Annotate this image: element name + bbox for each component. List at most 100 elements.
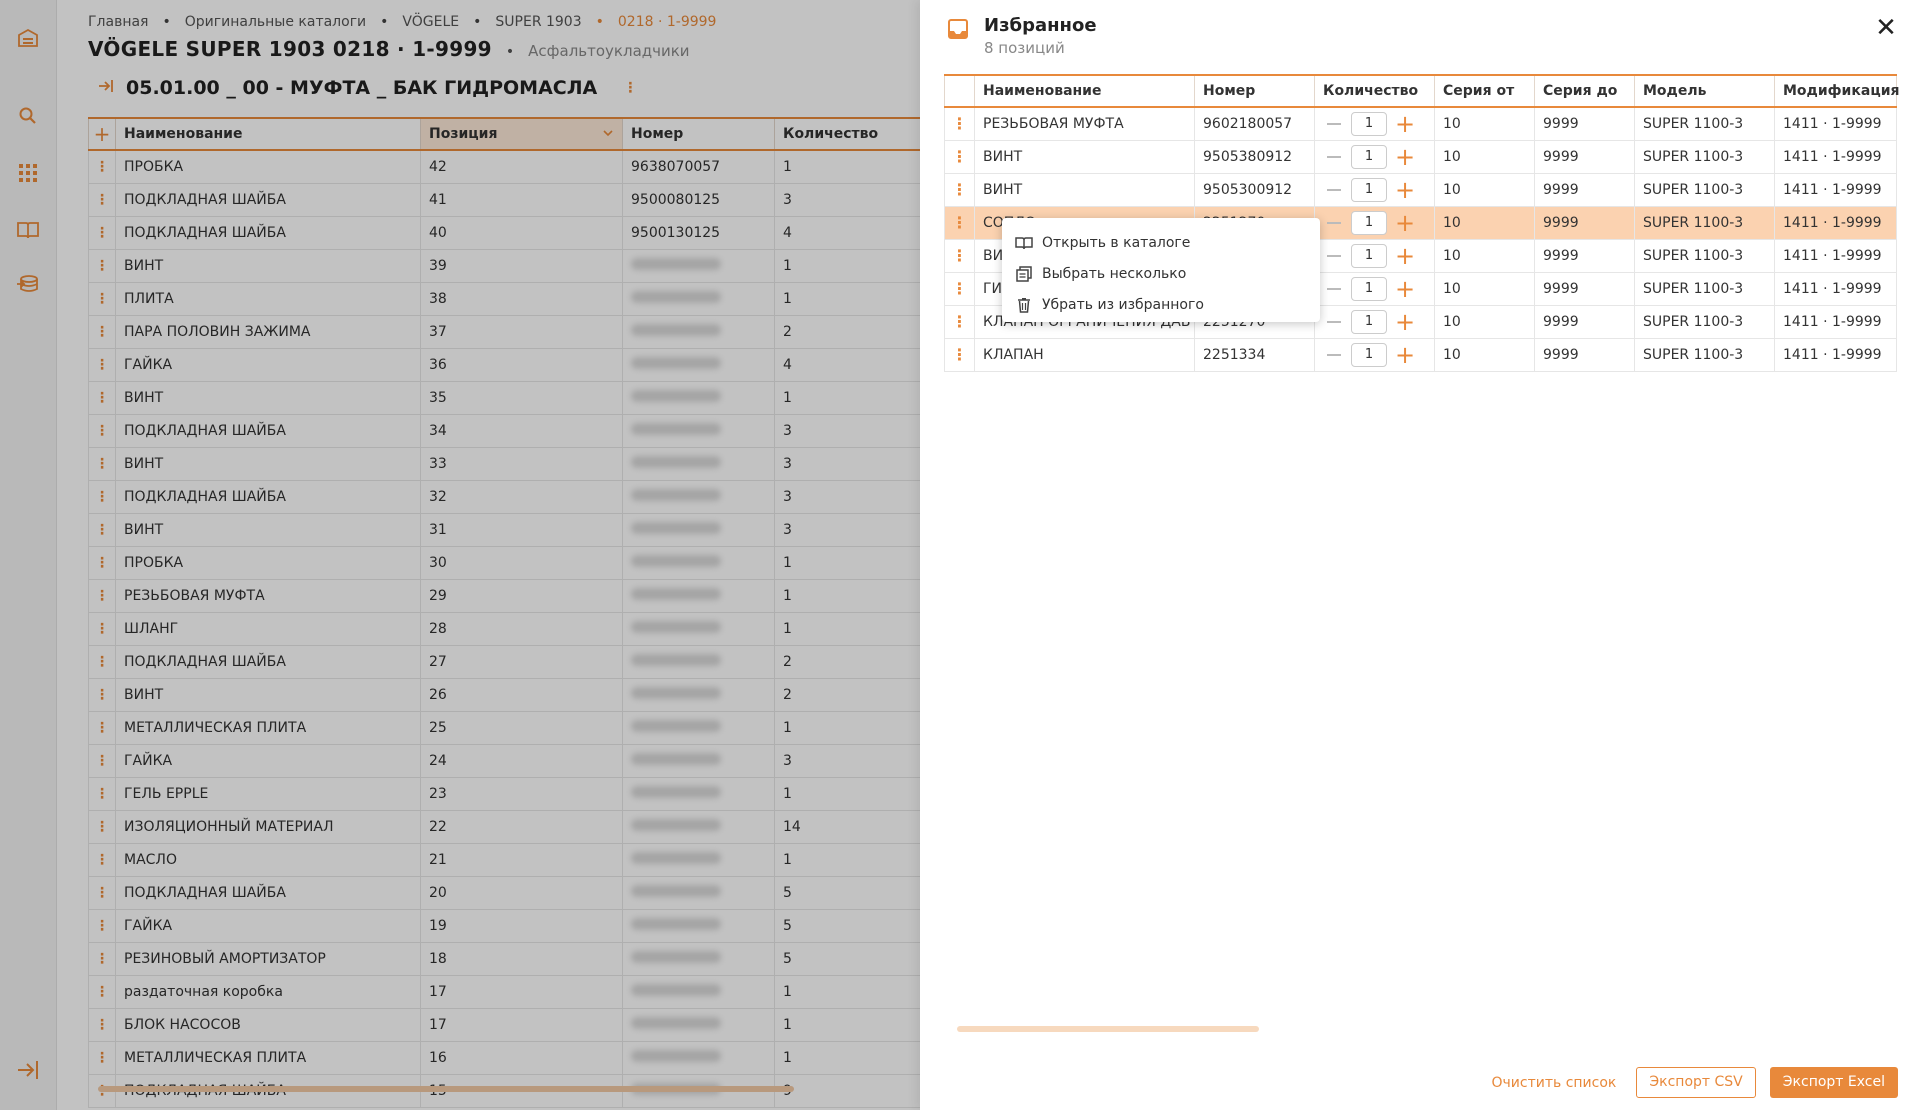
multi-select-icon xyxy=(1015,265,1033,283)
increment-button[interactable]: + xyxy=(1395,310,1415,334)
cell-modification: 1411 · 1-9999 xyxy=(1774,106,1897,141)
cell-series-to: 9999 xyxy=(1534,238,1635,273)
row-menu-icon[interactable]: ⋮ xyxy=(944,337,975,372)
modal-overlay[interactable] xyxy=(0,0,920,1110)
cell-series-from: 10 xyxy=(1434,139,1535,174)
cell-name: ВИНТ xyxy=(974,172,1195,207)
cell-model: SUPER 1100-3 xyxy=(1634,139,1775,174)
column-header-number[interactable]: Номер xyxy=(1194,74,1315,108)
open-book-icon xyxy=(1015,234,1033,252)
quantity-input[interactable]: 1 xyxy=(1351,111,1387,136)
cell-quantity: 1 + xyxy=(1314,172,1435,207)
cell-series-to: 9999 xyxy=(1534,205,1635,240)
cell-modification: 1411 · 1-9999 xyxy=(1774,337,1897,372)
row-menu-icon[interactable]: ⋮ xyxy=(944,172,975,207)
cell-name: ВИНТ xyxy=(974,139,1195,174)
favorites-horizontal-scrollbar[interactable] xyxy=(957,1026,1259,1032)
row-menu-icon[interactable]: ⋮ xyxy=(944,139,975,174)
cell-series-to: 9999 xyxy=(1534,337,1635,372)
row-menu-icon[interactable]: ⋮ xyxy=(944,106,975,141)
cell-quantity: 1 + xyxy=(1314,271,1435,306)
cell-model: SUPER 1100-3 xyxy=(1634,172,1775,207)
decrement-button[interactable] xyxy=(1327,320,1341,323)
increment-button[interactable]: + xyxy=(1395,343,1415,367)
favorites-drawer: Избранное 8 позиций ✕ Наименование Номер… xyxy=(920,0,1916,1110)
quantity-input[interactable]: 1 xyxy=(1351,210,1387,235)
quantity-input[interactable]: 1 xyxy=(1351,177,1387,202)
drawer-footer: Очистить список Экспорт CSV Экспорт Exce… xyxy=(1486,1067,1898,1098)
cell-series-to: 9999 xyxy=(1534,106,1635,141)
decrement-button[interactable] xyxy=(1327,287,1341,290)
column-header-series-to[interactable]: Серия до xyxy=(1534,74,1635,108)
drawer-title: Избранное xyxy=(984,15,1097,36)
column-header-menu xyxy=(944,74,975,108)
favorites-row[interactable]: ⋮ ВИНТ 9505300912 1 +10 9999 SUPER 1100-3 1411 … xyxy=(944,172,1897,207)
decrement-button[interactable] xyxy=(1327,122,1341,125)
increment-button[interactable]: + xyxy=(1395,145,1415,169)
quantity-input[interactable]: 1 xyxy=(1351,309,1387,334)
cell-model: SUPER 1100-3 xyxy=(1634,205,1775,240)
remove-from-favorites-label: Убрать из избранного xyxy=(1042,296,1204,313)
cell-quantity: 1 + xyxy=(1314,106,1435,141)
cell-series-from: 10 xyxy=(1434,271,1535,306)
cell-model: SUPER 1100-3 xyxy=(1634,337,1775,372)
quantity-input[interactable]: 1 xyxy=(1351,144,1387,169)
cell-modification: 1411 · 1-9999 xyxy=(1774,172,1897,207)
decrement-button[interactable] xyxy=(1327,353,1341,356)
cell-number: 9505300912 xyxy=(1194,172,1315,207)
quantity-stepper: 1 + xyxy=(1323,309,1426,334)
trash-icon xyxy=(1015,296,1033,314)
close-icon[interactable]: ✕ xyxy=(1874,15,1898,41)
favorites-row[interactable]: ⋮ РЕЗЬБОВАЯ МУФТА 9602180057 1 +10 9999 SUPER … xyxy=(944,106,1897,141)
export-csv-button[interactable]: Экспорт CSV xyxy=(1636,1067,1756,1098)
increment-button[interactable]: + xyxy=(1395,244,1415,268)
cell-quantity: 1 + xyxy=(1314,304,1435,339)
row-context-menu: Открыть в каталоге Выбрать несколько Убр… xyxy=(1002,218,1320,322)
increment-button[interactable]: + xyxy=(1395,211,1415,235)
cell-model: SUPER 1100-3 xyxy=(1634,106,1775,141)
row-menu-icon[interactable]: ⋮ xyxy=(944,238,975,273)
cell-name: КЛАПАН xyxy=(974,337,1195,372)
increment-button[interactable]: + xyxy=(1395,178,1415,202)
decrement-button[interactable] xyxy=(1327,188,1341,191)
cell-modification: 1411 · 1-9999 xyxy=(1774,238,1897,273)
increment-button[interactable]: + xyxy=(1395,112,1415,136)
cell-model: SUPER 1100-3 xyxy=(1634,238,1775,273)
quantity-stepper: 1 + xyxy=(1323,276,1426,301)
decrement-button[interactable] xyxy=(1327,221,1341,224)
favorites-tray-icon xyxy=(947,18,969,40)
cell-series-to: 9999 xyxy=(1534,139,1635,174)
column-header-name[interactable]: Наименование xyxy=(974,74,1195,108)
cell-series-to: 9999 xyxy=(1534,172,1635,207)
cell-series-from: 10 xyxy=(1434,106,1535,141)
row-menu-icon[interactable]: ⋮ xyxy=(944,304,975,339)
favorites-row[interactable]: ⋮ КЛАПАН 2251334 1 +10 9999 SUPER 1100-3 1411 ·… xyxy=(944,337,1897,372)
cell-series-from: 10 xyxy=(1434,172,1535,207)
decrement-button[interactable] xyxy=(1327,155,1341,158)
cell-number: 9602180057 xyxy=(1194,106,1315,141)
increment-button[interactable]: + xyxy=(1395,277,1415,301)
cell-modification: 1411 · 1-9999 xyxy=(1774,304,1897,339)
column-header-quantity[interactable]: Количество xyxy=(1314,74,1435,108)
select-multiple-item[interactable]: Выбрать несколько xyxy=(1002,258,1320,289)
column-header-model[interactable]: Модель xyxy=(1634,74,1775,108)
quantity-input[interactable]: 1 xyxy=(1351,243,1387,268)
open-in-catalog-item[interactable]: Открыть в каталоге xyxy=(1002,227,1320,258)
column-header-series-from[interactable]: Серия от xyxy=(1434,74,1535,108)
cell-quantity: 1 + xyxy=(1314,205,1435,240)
quantity-input[interactable]: 1 xyxy=(1351,276,1387,301)
clear-list-button[interactable]: Очистить список xyxy=(1486,1075,1623,1091)
cell-series-from: 10 xyxy=(1434,205,1535,240)
decrement-button[interactable] xyxy=(1327,254,1341,257)
column-header-modification[interactable]: Модификация xyxy=(1774,74,1900,108)
export-excel-button[interactable]: Экспорт Excel xyxy=(1769,1067,1898,1098)
cell-quantity: 1 + xyxy=(1314,337,1435,372)
remove-from-favorites-item[interactable]: Убрать из избранного xyxy=(1002,289,1320,320)
favorites-row[interactable]: ⋮ ВИНТ 9505380912 1 +10 9999 SUPER 1100-3 1411 … xyxy=(944,139,1897,174)
row-menu-icon[interactable]: ⋮ xyxy=(944,271,975,306)
quantity-stepper: 1 + xyxy=(1323,210,1426,235)
row-menu-icon[interactable]: ⋮ xyxy=(944,205,975,240)
quantity-input[interactable]: 1 xyxy=(1351,342,1387,367)
cell-modification: 1411 · 1-9999 xyxy=(1774,271,1897,306)
cell-name: РЕЗЬБОВАЯ МУФТА xyxy=(974,106,1195,141)
